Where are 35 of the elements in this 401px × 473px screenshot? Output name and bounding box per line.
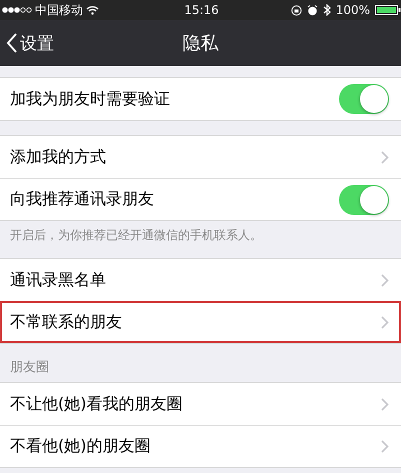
chevron-icon [381, 398, 389, 410]
section-header: 朋友圈 [9, 359, 50, 377]
row-label: 不常联系的朋友 [10, 312, 123, 333]
row-label: 加我为朋友时需要验证 [10, 88, 171, 110]
chevron-icon [381, 440, 389, 453]
toggle-switch[interactable] [339, 84, 389, 114]
row-label: 通讯录黑名单 [10, 270, 107, 290]
carrier-name: 中国移动 [35, 2, 83, 18]
battery-percent: 100% [336, 3, 370, 17]
row-label: 向我推荐通讯录朋友 [10, 189, 155, 210]
back-chevron-icon [6, 33, 17, 53]
settings-row[interactable]: 不常联系的朋友 [0, 301, 401, 343]
wifi-icon [86, 5, 99, 15]
settings-row[interactable]: 不让他(她)看我的朋友圈 [0, 383, 401, 425]
battery-icon [375, 5, 401, 15]
lock-rotation-icon [290, 4, 302, 16]
clock-time: 15:16 [183, 3, 220, 17]
footer-note: 开启后，为你推荐已经开通微信的手机联系人。 [9, 227, 263, 244]
bluetooth-icon [322, 4, 331, 16]
row-label: 不让他(她)看我的朋友圈 [10, 394, 184, 414]
settings-row[interactable]: 加我为朋友时需要验证 [0, 78, 401, 120]
chevron-icon [381, 316, 389, 329]
row-label: 不看他(她)的朋友圈 [10, 436, 152, 457]
signal-icon [2, 7, 32, 13]
chevron-icon [381, 150, 389, 164]
settings-row[interactable]: 通讯录黑名单 [0, 259, 401, 301]
back-button[interactable]: 设置 [0, 28, 60, 58]
toggle-switch[interactable] [339, 184, 389, 214]
settings-row[interactable]: 向我推荐通讯录朋友 [0, 178, 401, 220]
settings-row[interactable]: 添加我的方式 [0, 136, 401, 178]
alarm-icon [306, 4, 318, 16]
page-title: 隐私 [182, 32, 218, 55]
settings-row[interactable]: 不看他(她)的朋友圈 [0, 425, 401, 467]
row-label: 添加我的方式 [10, 146, 107, 168]
chevron-icon [381, 274, 389, 286]
